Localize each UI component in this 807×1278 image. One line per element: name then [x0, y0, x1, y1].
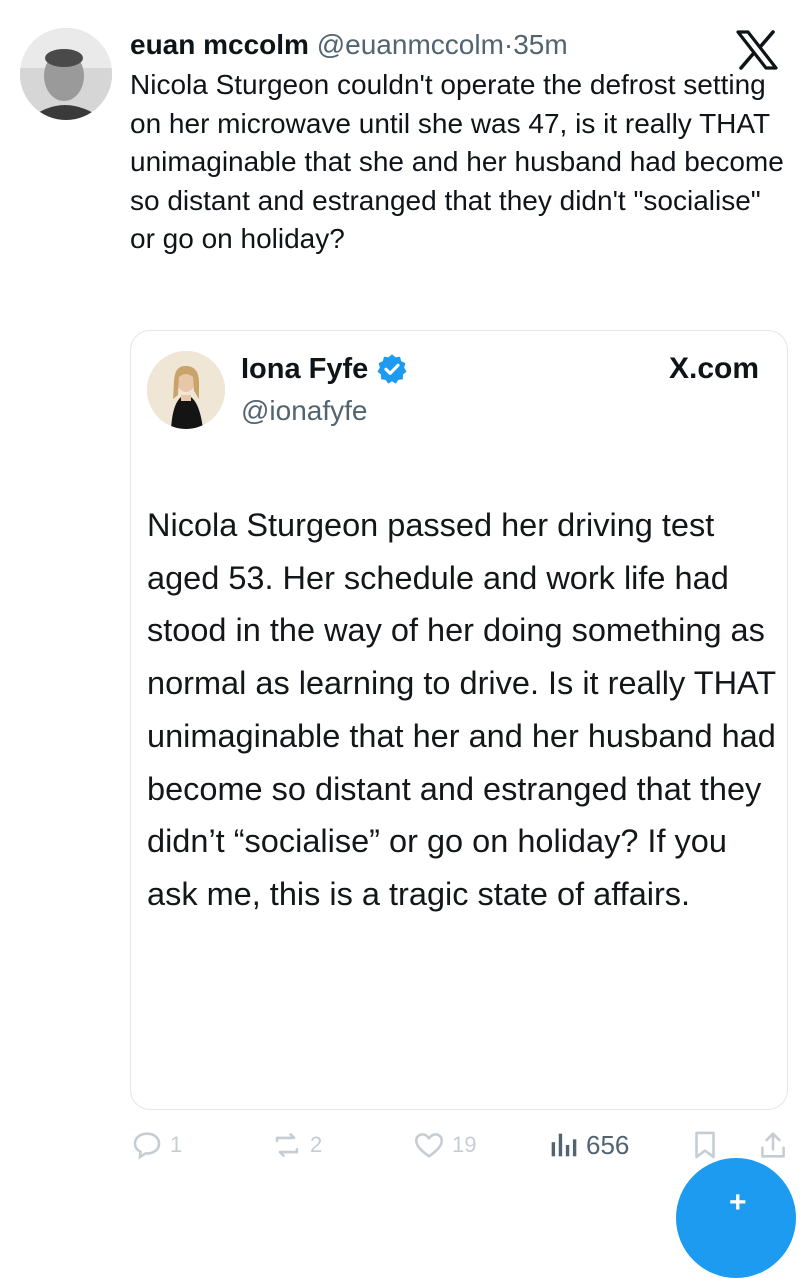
quoted-author-handle[interactable]: @ionafyfe [241, 395, 368, 427]
quoted-tweet-card[interactable]: Iona Fyfe @ionafyfe X.com Nicola Sturgeo… [130, 330, 788, 1110]
header-separator: · [503, 29, 514, 60]
author-avatar[interactable] [20, 28, 112, 120]
tweet-time[interactable]: 35m [513, 29, 567, 60]
like-count: 19 [452, 1132, 477, 1157]
share-button[interactable] [756, 1128, 790, 1162]
bookmark-icon [695, 1131, 715, 1159]
tweet-header: euan mccolm @euanmccolm·35m [130, 28, 568, 62]
compose-plus-icon: + [729, 1186, 747, 1219]
quoted-source-label: X.com [668, 352, 759, 385]
tweet-action-bar: 1 2 19 656 [0, 1128, 807, 1168]
quoted-author-name[interactable]: Iona Fyfe [241, 351, 368, 387]
heart-icon [414, 1133, 444, 1158]
author-avatar-photo [20, 28, 112, 120]
bookmark-button[interactable] [688, 1128, 722, 1162]
quoted-tweet-text: Nicola Sturgeon passed her driving test … [147, 507, 776, 912]
quoted-avatar-photo [147, 351, 225, 429]
tweet-text: Nicola Sturgeon couldn't operate the def… [130, 69, 784, 254]
author-handle[interactable]: @euanmccolm [317, 29, 504, 60]
reply-icon [133, 1132, 161, 1160]
share-icon [761, 1132, 785, 1158]
like-button[interactable]: 19 [412, 1128, 476, 1162]
quoted-author-avatar[interactable] [147, 351, 225, 429]
x-logo-icon[interactable] [735, 30, 779, 70]
views-icon [551, 1133, 577, 1157]
views-button[interactable]: 656 [546, 1128, 629, 1162]
quoted-author-name-row: Iona Fyfe [241, 351, 408, 387]
reply-count: 1 [170, 1132, 183, 1157]
author-name[interactable]: euan mccolm [130, 29, 309, 60]
repost-icon [275, 1133, 299, 1157]
verified-badge-icon[interactable] [376, 353, 408, 385]
views-count: 656 [586, 1129, 630, 1160]
reply-button[interactable]: 1 [130, 1128, 182, 1162]
repost-button[interactable]: 2 [270, 1128, 322, 1162]
repost-count: 2 [310, 1132, 323, 1157]
